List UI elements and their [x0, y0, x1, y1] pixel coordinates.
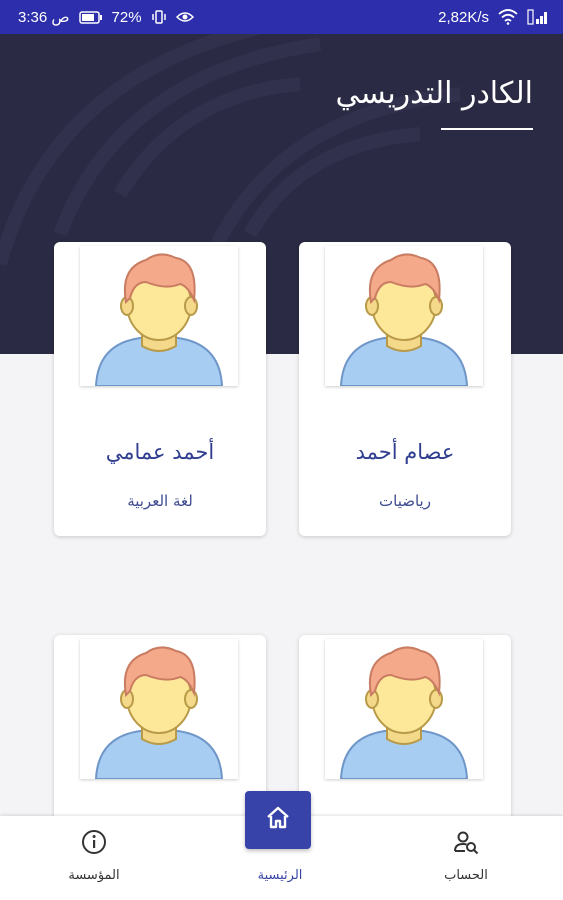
wifi-icon — [498, 9, 518, 25]
page-title: الكادر التدريسي — [335, 76, 533, 111]
avatar-icon — [339, 253, 469, 386]
avatar-icon — [339, 646, 469, 779]
home-button[interactable] — [245, 791, 311, 849]
network-speed: 2,82K/s — [438, 8, 489, 26]
teacher-card[interactable] — [54, 635, 266, 835]
info-icon — [81, 829, 107, 855]
teacher-card[interactable] — [299, 635, 511, 835]
teacher-avatar — [325, 639, 483, 779]
teacher-avatar — [80, 639, 238, 779]
status-right: 2,82K/s — [438, 9, 549, 26]
teacher-card[interactable]: عصام أحمد رياضيات — [299, 242, 511, 536]
nav-institution-label: المؤسسة — [68, 868, 120, 883]
battery-icon — [78, 10, 103, 24]
avatar-icon — [94, 646, 224, 779]
nav-account-label: الحساب — [444, 868, 488, 883]
status-time: 3:36 ص — [18, 9, 70, 26]
home-icon — [265, 805, 291, 835]
eye-icon — [175, 10, 194, 24]
screen: 3:36 ص 72% 2,82K/s الكادر التدريسي عصام … — [0, 0, 563, 900]
nav-institution[interactable]: المؤسسة — [24, 816, 164, 900]
teacher-subject: رياضيات — [379, 492, 431, 510]
nav-home-label[interactable]: الرئيسية — [210, 868, 350, 883]
battery-percent: 72% — [111, 8, 142, 26]
vibrate-icon — [151, 9, 167, 25]
nav-account[interactable]: الحساب — [396, 816, 536, 900]
title-underline — [441, 128, 533, 130]
teacher-subject: لغة العربية — [127, 492, 193, 510]
teacher-avatar — [325, 246, 483, 386]
signal-icon — [527, 9, 549, 25]
avatar-icon — [94, 253, 224, 386]
teacher-name: أحمد عمامي — [105, 440, 215, 464]
status-left: 3:36 ص 72% — [18, 8, 194, 26]
teacher-avatar — [80, 246, 238, 386]
teacher-name: عصام أحمد — [355, 440, 455, 464]
teacher-card[interactable]: أحمد عمامي لغة العربية — [54, 242, 266, 536]
status-bar: 3:36 ص 72% 2,82K/s — [0, 0, 563, 34]
person-search-icon — [453, 829, 479, 855]
